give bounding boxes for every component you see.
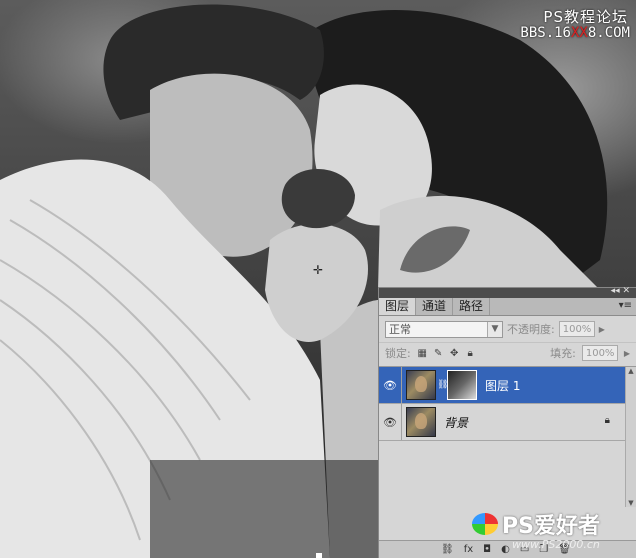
site-logo: PS爱好者 bbox=[472, 508, 600, 540]
fill-arrow-icon[interactable]: ▶ bbox=[624, 349, 630, 358]
tab-layers[interactable]: 图层 bbox=[379, 298, 417, 315]
watermark-url-suffix: 8.COM bbox=[587, 25, 630, 41]
crosshair-cursor-icon: ✛ bbox=[313, 263, 324, 277]
lock-row: 锁定: ▦ ✎ ✥ 🔒︎ 填充: 100% ▶ bbox=[379, 342, 636, 363]
layer-thumbnail[interactable] bbox=[406, 407, 436, 437]
canvas-edge-marker bbox=[316, 553, 322, 558]
layer-row-background[interactable]: 👁︎ 背景 🔒︎ bbox=[379, 404, 636, 441]
add-mask-icon[interactable]: ◘ bbox=[483, 544, 491, 555]
lock-image-icon[interactable]: ✎ bbox=[433, 348, 444, 359]
opacity-label: 不透明度: bbox=[507, 323, 555, 336]
layer-name[interactable]: 背景 bbox=[444, 414, 468, 431]
adjustment-icon[interactable]: ◐ bbox=[501, 544, 510, 555]
eye-icon[interactable]: 👁︎ bbox=[379, 367, 402, 403]
fill-label: 填充: bbox=[550, 347, 576, 360]
fx-icon[interactable]: fx bbox=[464, 544, 473, 555]
opacity-field[interactable]: 100% bbox=[558, 321, 595, 337]
tab-channels[interactable]: 通道 bbox=[416, 298, 454, 315]
opacity-arrow-icon[interactable]: ▶ bbox=[599, 325, 605, 334]
lock-all-icon[interactable]: 🔒︎ bbox=[465, 348, 476, 359]
layer-name[interactable]: 图层 1 bbox=[485, 377, 520, 394]
watermark-url: BBS.16XX8.COM bbox=[520, 25, 630, 41]
lock-label: 锁定: bbox=[385, 347, 411, 360]
layer-thumbnail[interactable] bbox=[406, 370, 436, 400]
lock-position-icon[interactable]: ✥ bbox=[449, 348, 460, 359]
layer-row-layer1[interactable]: 👁︎ ⛓︎ 图层 1 bbox=[379, 367, 636, 404]
blend-mode-select[interactable]: 正常 ▼ bbox=[385, 320, 503, 338]
fill-field[interactable]: 100% bbox=[581, 345, 618, 361]
panel-title-bar[interactable]: ◂◂ ✕ bbox=[379, 286, 636, 298]
lock-transparent-icon[interactable]: ▦ bbox=[417, 348, 428, 359]
chevron-down-icon[interactable]: ▼ bbox=[487, 321, 502, 337]
blend-mode-value: 正常 bbox=[389, 323, 411, 336]
layers-scrollbar[interactable]: ▲ ▼ bbox=[625, 367, 636, 507]
watermark-url-red: XX bbox=[570, 25, 588, 41]
logo-text: PS爱好者 bbox=[502, 514, 600, 539]
layers-list: 👁︎ ⛓︎ 图层 1 👁︎ 背景 🔒︎ ▲ ▼ bbox=[379, 366, 636, 507]
logo-ball-icon bbox=[472, 513, 498, 535]
collapse-panel-icon[interactable]: ◂◂ ✕ bbox=[611, 286, 630, 296]
tab-paths[interactable]: 路径 bbox=[453, 298, 491, 315]
eye-icon[interactable]: 👁︎ bbox=[379, 404, 402, 440]
layer-mask-thumbnail[interactable] bbox=[447, 370, 477, 400]
panel-menu-icon[interactable]: ▾≡ bbox=[619, 300, 632, 311]
logo-url: www.PS2000.cn bbox=[512, 538, 600, 551]
link-layers-icon[interactable]: ⛓︎ bbox=[441, 544, 454, 555]
link-chain-icon[interactable]: ⛓︎ bbox=[437, 380, 448, 390]
watermark-title: PS教程论坛 bbox=[543, 8, 628, 26]
panel-tabs: 图层 通道 路径 ▾≡ bbox=[379, 298, 636, 316]
scroll-up-icon[interactable]: ▲ bbox=[626, 367, 636, 375]
scroll-down-icon[interactable]: ▼ bbox=[626, 499, 636, 507]
watermark-url-prefix: BBS.16 bbox=[520, 25, 571, 41]
blend-row: 正常 ▼ 不透明度: 100% ▶ bbox=[379, 316, 636, 342]
lock-icon: 🔒︎ bbox=[604, 415, 610, 426]
